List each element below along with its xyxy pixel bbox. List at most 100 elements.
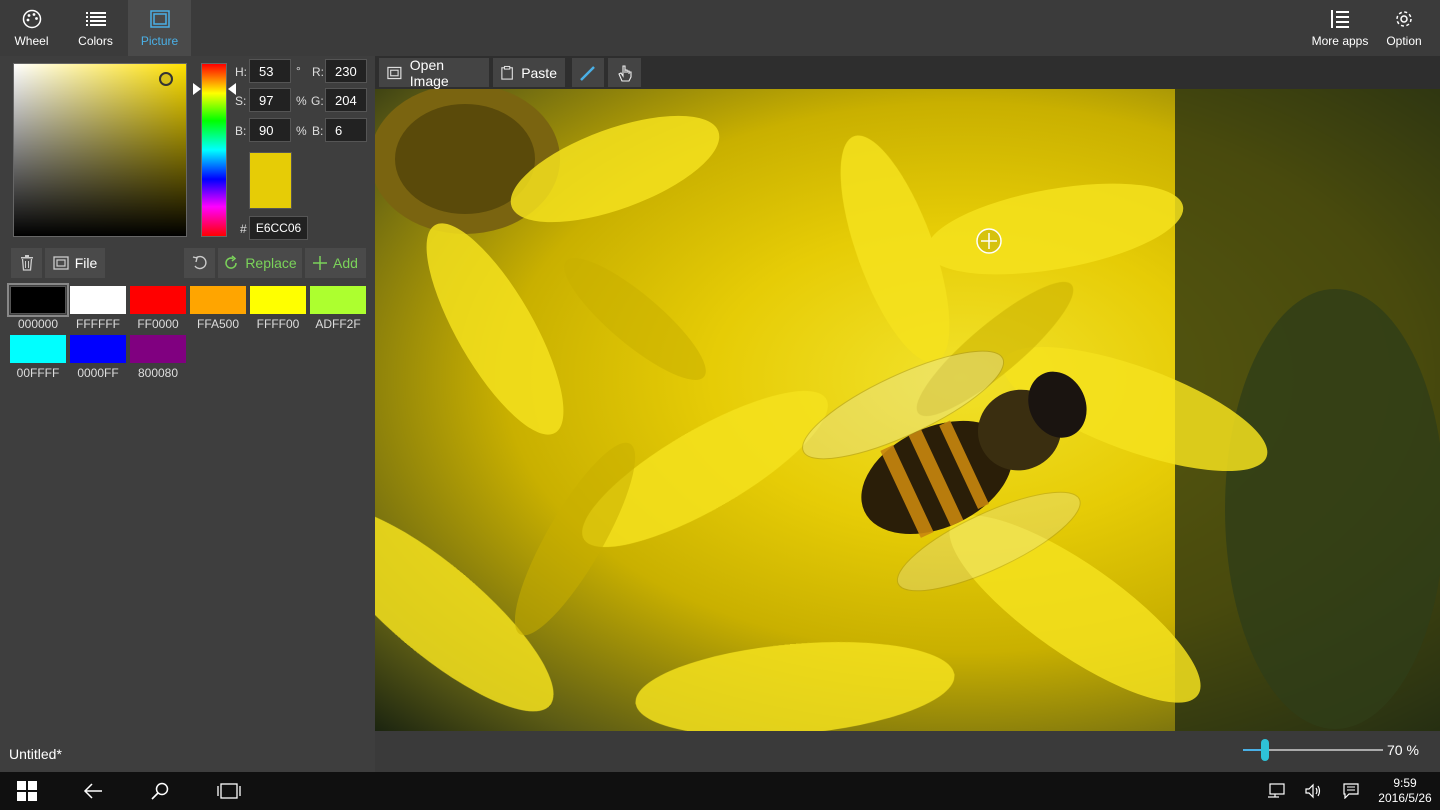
search-icon <box>151 782 169 800</box>
hand-pointer-icon <box>617 64 632 82</box>
back-button[interactable] <box>69 772 117 810</box>
palette-swatch-ff0000[interactable] <box>130 286 186 314</box>
color-picker-crosshair <box>976 228 1002 254</box>
palette-swatch-label: ADFF2F <box>315 317 361 331</box>
hue-slider[interactable] <box>201 63 227 237</box>
trash-icon <box>20 255 33 271</box>
back-arrow-icon <box>83 783 102 799</box>
file-button[interactable]: File <box>45 248 105 278</box>
document-title: Untitled* <box>9 746 62 762</box>
start-button[interactable] <box>3 772 51 810</box>
hue-slider-marker-left[interactable] <box>193 83 201 95</box>
palette-swatch-label: FFFF00 <box>256 317 300 331</box>
sv-picker-handle[interactable] <box>159 72 173 86</box>
palette-swatch-00ffff[interactable] <box>10 335 66 363</box>
speaker-icon <box>1305 783 1321 799</box>
more-apps-button[interactable]: More apps <box>1306 0 1374 56</box>
nav-colors-button[interactable]: Colors <box>64 0 127 56</box>
zoom-status-bar: 70 % <box>375 731 1440 772</box>
open-image-icon <box>387 66 402 79</box>
nav-wheel-button[interactable]: Wheel <box>0 0 63 56</box>
s-unit: % <box>296 94 307 108</box>
file-button-label: File <box>74 255 98 271</box>
paste-label: Paste <box>521 64 557 81</box>
zoom-slider-thumb[interactable] <box>1261 739 1269 761</box>
h-label: H: <box>235 65 247 79</box>
picture-icon <box>149 8 171 30</box>
palette-swatch-label: 0000FF <box>77 366 119 380</box>
palette-swatch-label: FF0000 <box>137 317 179 331</box>
nav-colors-label: Colors <box>78 34 113 48</box>
windows-logo-icon <box>17 781 37 801</box>
nav-wheel-label: Wheel <box>14 34 49 48</box>
search-button[interactable] <box>136 772 184 810</box>
zoom-level-label: 70 % <box>1387 742 1419 758</box>
s-label: S: <box>235 94 247 108</box>
replace-button-label: Replace <box>245 255 297 271</box>
replace-button[interactable]: Replace <box>218 248 302 278</box>
red-input[interactable]: 230 <box>325 59 367 83</box>
image-toolbar: Open Image Paste <box>375 56 1440 89</box>
blue-input[interactable]: 6 <box>325 118 367 142</box>
clock-date: 2016/5/26 <box>1378 791 1432 805</box>
h-unit: ° <box>296 64 301 78</box>
network-icon <box>1268 783 1285 798</box>
palette-swatch-ffa500[interactable] <box>190 286 246 314</box>
eyedropper-tool-button[interactable] <box>572 58 604 87</box>
palette-swatch-label: FFFFFF <box>76 317 120 331</box>
more-apps-icon <box>1329 8 1351 30</box>
notification-icon <box>1343 783 1359 799</box>
taskbar: 9:59 2016/5/26 <box>0 772 1440 810</box>
taskbar-clock[interactable]: 9:59 2016/5/26 <box>1370 776 1440 806</box>
brightness-input[interactable]: 90 <box>249 118 291 142</box>
pan-tool-button[interactable] <box>608 58 641 87</box>
image-canvas[interactable] <box>375 89 1440 731</box>
option-button[interactable]: Option <box>1374 0 1434 56</box>
hash-label: # <box>240 222 247 236</box>
palette-swatch-800080[interactable] <box>130 335 186 363</box>
nav-picture-label: Picture <box>140 34 179 48</box>
delete-button[interactable] <box>11 248 42 278</box>
action-center-button[interactable] <box>1327 772 1375 810</box>
palette-icon <box>21 8 43 30</box>
top-app-bar: Wheel Colors Picture More apps Option <box>0 0 1440 56</box>
add-button-label: Add <box>333 255 358 271</box>
palette-swatch-ffff00[interactable] <box>250 286 306 314</box>
open-image-label: Open Image <box>409 56 449 89</box>
palette-swatch-label: 00FFFF <box>16 366 60 380</box>
palette-swatch-label: 800080 <box>137 366 179 380</box>
b-label: B: <box>235 124 247 138</box>
green-input[interactable]: 204 <box>325 88 367 112</box>
add-button[interactable]: Add <box>305 248 366 278</box>
hue-input[interactable]: 53 <box>249 59 291 83</box>
undo-button[interactable] <box>184 248 215 278</box>
bee-on-flower-photo <box>375 89 1440 731</box>
blue-label: B: <box>312 124 324 138</box>
open-image-button[interactable]: Open Image <box>379 56 489 89</box>
r-label: R: <box>312 65 324 79</box>
palette-swatch-label: FFA500 <box>196 317 240 331</box>
task-view-icon <box>217 783 241 799</box>
saturation-input[interactable]: 97 <box>249 88 291 112</box>
gear-icon <box>1393 8 1415 30</box>
palette-swatch-000000[interactable] <box>7 283 69 317</box>
list-icon <box>85 8 107 30</box>
g-label: G: <box>311 94 324 108</box>
saturation-brightness-picker[interactable] <box>13 63 187 237</box>
task-view-button[interactable] <box>205 772 253 810</box>
palette-swatch-ffffff[interactable] <box>70 286 126 314</box>
more-apps-label: More apps <box>1311 34 1369 48</box>
palette-swatch-adff2f[interactable] <box>310 286 366 314</box>
eyedropper-icon <box>580 65 595 81</box>
undo-icon <box>192 255 207 270</box>
paste-button[interactable]: Paste <box>493 58 565 87</box>
refresh-icon <box>225 255 238 269</box>
color-panel: H: 53 ° R: 230 S: 97 % G: 204 B: 90 % B:… <box>0 56 375 772</box>
option-label: Option <box>1386 34 1422 48</box>
hex-input[interactable]: E6CC06 <box>249 216 308 240</box>
folder-image-icon <box>53 256 69 270</box>
nav-picture-button[interactable]: Picture <box>128 0 191 56</box>
plus-icon <box>313 256 328 270</box>
palette-swatch-0000ff[interactable] <box>70 335 126 363</box>
current-color-preview <box>249 152 292 209</box>
